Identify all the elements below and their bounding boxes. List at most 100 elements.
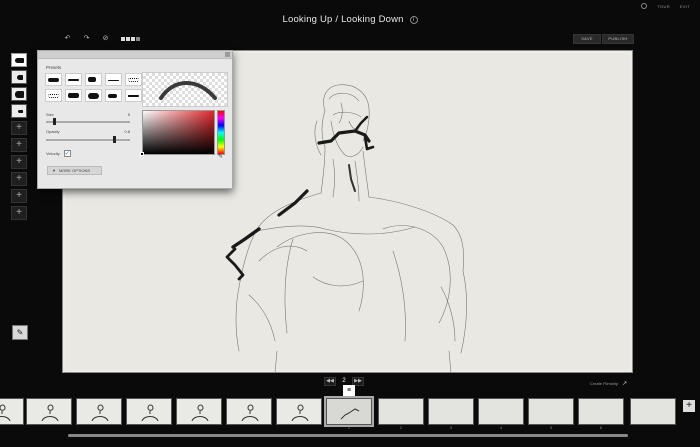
add-brush-slot-button[interactable]: + <box>11 155 27 169</box>
brush-preset[interactable] <box>105 73 122 86</box>
brush-preset[interactable] <box>85 73 102 86</box>
brush-tip-icon <box>18 110 23 113</box>
tour-link[interactable]: TOUR <box>657 4 669 9</box>
filmstrip-frame[interactable] <box>578 398 624 425</box>
brush-slot-4[interactable] <box>11 104 27 118</box>
brush-preset[interactable] <box>125 73 142 86</box>
brush-shape-icon <box>128 95 139 97</box>
filmstrip-frame[interactable] <box>76 398 122 425</box>
redo-icon[interactable]: ↷ <box>79 33 94 44</box>
brush-preset[interactable] <box>125 89 142 102</box>
opacity-label: Opacity <box>46 129 60 134</box>
brush-slot-1[interactable] <box>11 53 27 67</box>
more-options-button[interactable]: ▼ MORE OPTIONS <box>47 166 102 175</box>
eyedropper-icon[interactable]: ✎ <box>218 154 225 160</box>
add-brush-slot-button[interactable]: + <box>11 121 27 135</box>
brush-preset[interactable] <box>85 89 102 102</box>
document-title: Looking Up / Looking Down i <box>0 14 700 25</box>
frame-number: 1 <box>347 425 351 430</box>
filmstrip-frame[interactable] <box>226 398 272 425</box>
panel-header[interactable] <box>38 51 232 59</box>
publish-button[interactable]: PUBLISH <box>602 34 634 44</box>
filmstrip-frame[interactable] <box>630 398 676 425</box>
add-brush-slot-button[interactable]: + <box>11 189 27 203</box>
filmstrip-frame[interactable] <box>276 398 322 425</box>
velocity-label: Velocity <box>46 151 60 156</box>
zoom-step <box>131 36 135 41</box>
frame-number: 3 <box>449 425 453 430</box>
exit-link[interactable]: EXIT <box>680 4 690 9</box>
frame-number: 2 <box>399 425 403 430</box>
create-filmstrip-link[interactable]: Create Filmstrip ↗ <box>590 380 627 387</box>
color-picker-cursor[interactable] <box>140 152 144 156</box>
brush-shape-icon <box>108 80 119 81</box>
export-arrow-icon: ↗ <box>622 381 628 387</box>
frame-number: 6 <box>599 425 603 430</box>
brush-preset[interactable] <box>45 89 62 102</box>
filmstrip-frame[interactable] <box>378 398 424 425</box>
zoom-level-control[interactable] <box>121 34 143 43</box>
size-slider[interactable] <box>46 118 130 125</box>
brush-shape-icon <box>128 78 139 82</box>
brush-preset[interactable] <box>65 89 82 102</box>
create-filmstrip-label: Create Filmstrip <box>590 381 619 386</box>
opacity-slider[interactable] <box>46 136 130 143</box>
edit-toolbar: ↶ ↷ ⊘ <box>60 33 143 44</box>
filmstrip-frame[interactable] <box>528 398 574 425</box>
eraser-icon: ✎ <box>16 328 24 337</box>
opacity-slider-thumb[interactable] <box>113 136 116 143</box>
filmstrip-frame[interactable] <box>478 398 524 425</box>
add-brush-slot-button[interactable]: + <box>11 172 27 186</box>
add-brush-slot-button[interactable]: + <box>11 138 27 152</box>
filmstrip-frame[interactable] <box>176 398 222 425</box>
hue-slider[interactable] <box>217 110 225 155</box>
clear-icon[interactable]: ⊘ <box>98 33 113 44</box>
filmstrip-frame[interactable] <box>26 398 72 425</box>
zoom-step <box>121 36 125 41</box>
filmstrip-frame[interactable] <box>126 398 172 425</box>
brush-preset[interactable] <box>65 73 82 86</box>
top-links: TOUR EXIT <box>641 3 690 9</box>
add-brush-slot-button[interactable]: + <box>11 206 27 220</box>
gear-icon[interactable] <box>641 3 648 9</box>
brush-slot-2[interactable] <box>11 70 27 84</box>
add-frame-button[interactable]: + <box>683 400 695 412</box>
save-button[interactable]: SAVE <box>573 34 601 44</box>
filmstrip-scrollbar[interactable] <box>68 434 628 437</box>
opacity-value: 0.8 <box>124 129 130 134</box>
color-saturation-field[interactable] <box>142 110 215 155</box>
previous-frame-button[interactable]: ◀◀ <box>324 377 336 386</box>
frame-thumbnail-sketch <box>191 404 209 422</box>
frame-thumbnail-sketch <box>91 404 109 422</box>
frame-number: 5 <box>549 425 553 430</box>
presets-label: Presets <box>46 65 62 70</box>
top-bar: Looking Up / Looking Down i TOUR EXIT <box>0 0 700 32</box>
frame-thumbnail-sketch <box>0 404 11 422</box>
frame-thumbnail-sketch <box>141 404 159 422</box>
filmstrip-frame[interactable] <box>428 398 474 425</box>
filmstrip: 1 2 3 4 5 6 <box>0 396 700 430</box>
stroke-preview <box>142 72 228 107</box>
brush-preset[interactable] <box>45 73 62 86</box>
brush-slot-3[interactable] <box>11 87 27 101</box>
brush-shape-icon <box>68 79 79 81</box>
info-icon[interactable]: i <box>409 16 418 24</box>
chevron-down-icon: ▼ <box>52 168 56 173</box>
brush-tip-icon <box>15 58 24 63</box>
size-label: Size <box>46 112 54 117</box>
brush-shape-icon <box>88 77 96 82</box>
frame-thumbnail-sketch <box>291 404 309 422</box>
brush-preset[interactable] <box>105 89 122 102</box>
size-slider-thumb[interactable] <box>53 118 56 125</box>
frame-thumbnail-sketch <box>340 408 360 420</box>
filmstrip-frame[interactable] <box>324 396 374 427</box>
brush-shape-icon <box>48 94 59 98</box>
undo-icon[interactable]: ↶ <box>60 33 75 44</box>
brush-shape-icon <box>88 93 99 99</box>
scrollbar-thumb[interactable] <box>68 434 628 437</box>
brush-shape-icon <box>68 93 79 98</box>
eraser-tool[interactable]: ✎ <box>12 325 28 340</box>
velocity-checkbox[interactable]: ✓ <box>63 150 71 157</box>
filmstrip-frame[interactable] <box>0 398 24 425</box>
close-icon[interactable] <box>225 52 230 57</box>
